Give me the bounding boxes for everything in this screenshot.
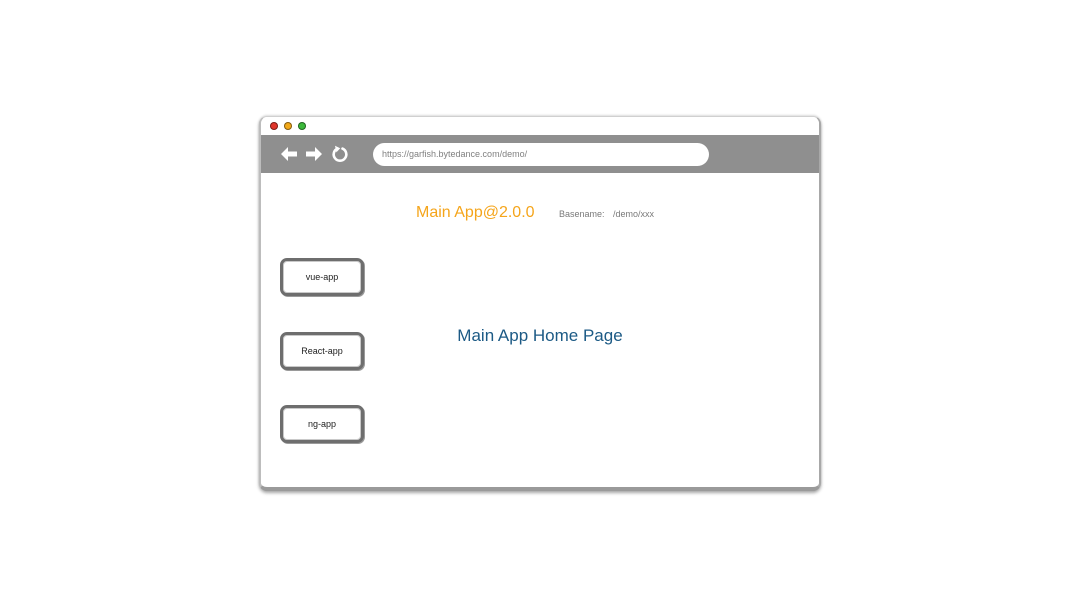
browser-window: https://garfish.bytedance.com/demo/ Main… bbox=[259, 116, 821, 491]
title-bar bbox=[261, 117, 819, 135]
maximize-window-button[interactable] bbox=[298, 122, 306, 130]
basename-label: Basename: bbox=[559, 209, 605, 219]
ng-app-button[interactable]: ng-app bbox=[280, 405, 364, 443]
page-title: Main App Home Page bbox=[457, 326, 623, 345]
app-title: Main App@2.0.0 bbox=[416, 204, 535, 221]
url-text: https://garfish.bytedance.com/demo/ bbox=[382, 149, 528, 159]
basename-display: Basename: /demo/xxx bbox=[559, 209, 654, 219]
vue-app-button[interactable]: vue-app bbox=[280, 258, 364, 296]
basename-value: /demo/xxx bbox=[613, 209, 655, 219]
reload-icon[interactable] bbox=[330, 144, 350, 164]
minimize-window-button[interactable] bbox=[284, 122, 292, 130]
address-bar[interactable]: https://garfish.bytedance.com/demo/ bbox=[373, 143, 709, 166]
browser-toolbar: https://garfish.bytedance.com/demo/ bbox=[261, 135, 819, 173]
arrow-left-icon[interactable] bbox=[279, 144, 299, 164]
arrow-right-icon[interactable] bbox=[304, 144, 324, 164]
close-window-button[interactable] bbox=[270, 122, 278, 130]
